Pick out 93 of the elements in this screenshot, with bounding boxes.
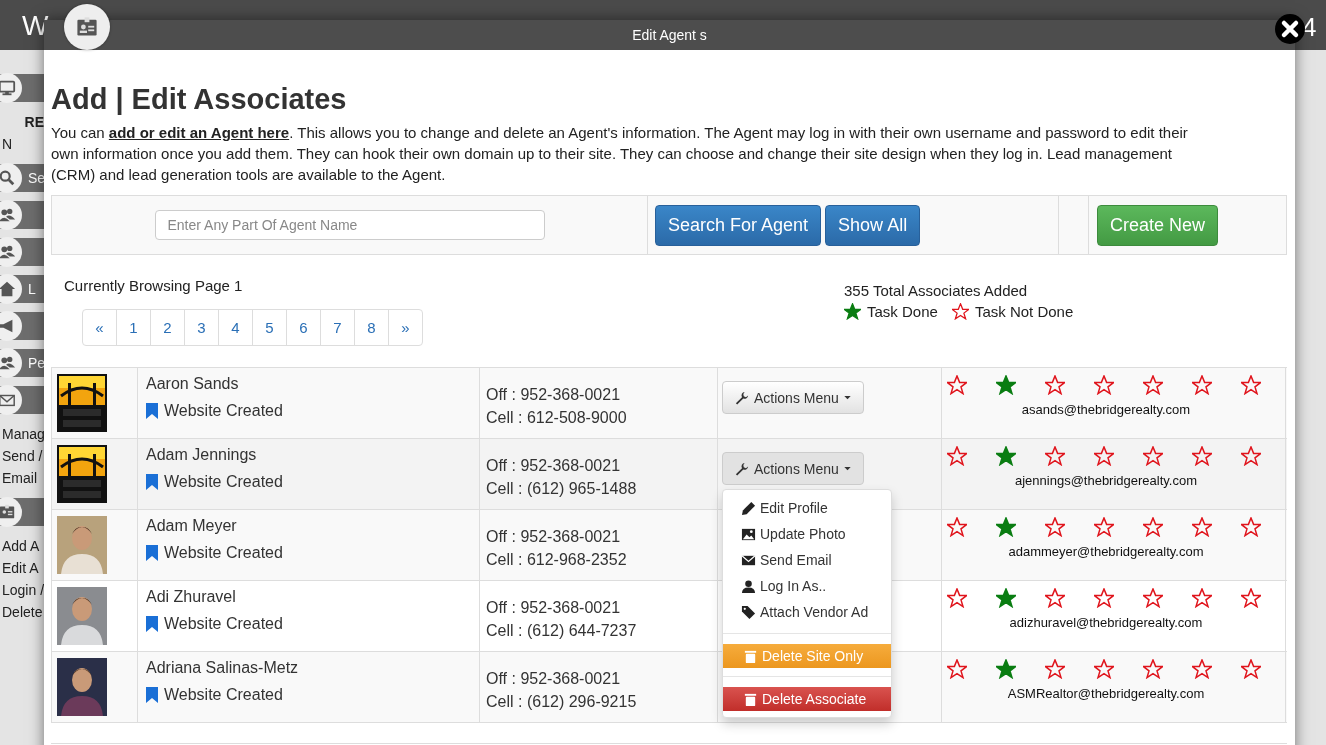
bookmark-icon xyxy=(146,474,158,490)
cell-phone: Cell : 612-508-9000 xyxy=(486,408,628,428)
tag-icon xyxy=(741,604,756,620)
user-icon xyxy=(741,578,756,594)
page-link[interactable]: 7 xyxy=(320,310,354,345)
office-phone: Off : 952-368-0021 xyxy=(486,385,622,405)
sidebar-header[interactable]: Pe xyxy=(0,349,44,377)
sidebar-link[interactable]: Edit A xyxy=(0,557,44,579)
sidebar-link[interactable]: N xyxy=(0,133,44,155)
page-indicator: Currently Browsing Page 1 xyxy=(64,277,244,294)
page-link[interactable]: 4 xyxy=(218,310,252,345)
agent-search-field[interactable]: Enter Any Part Of Agent Name xyxy=(154,210,545,240)
menu-item[interactable]: Attach Vendor Ad xyxy=(723,599,891,625)
cell-phone: Cell : 612-968-2352 xyxy=(486,550,628,570)
agent-name: Adam Jennings xyxy=(146,446,258,464)
office-phone: Off : 952-368-0021 xyxy=(486,527,622,547)
create-new-button[interactable]: Create New xyxy=(1097,204,1219,246)
status-label: Website Created xyxy=(164,402,283,420)
caret-icon xyxy=(843,466,851,471)
menu-item[interactable]: Edit Profile xyxy=(723,495,891,521)
sidebar-header[interactable] xyxy=(0,201,44,229)
intro-text: You can add or edit an Agent here. This allows you to change and delete an Agent's information. The Agent may log in with their own username and password to edit their own information once you add them. They can hook their own domain up to their site. They can choose and change their site design when they log in. Lead management (CRM) and lead generation tools are available to the Agent. xyxy=(51,123,1189,185)
page-link[interactable]: « xyxy=(83,310,116,345)
header-text: 4 xyxy=(1302,12,1317,43)
status-label: Website Created xyxy=(164,686,283,704)
sidebar-header-label: Pe xyxy=(28,355,44,371)
cell-phone: Cell : (612) 965-1488 xyxy=(486,479,638,499)
wrench-icon xyxy=(735,390,749,405)
cell-phone: Cell : (612) 644-7237 xyxy=(486,621,638,641)
page-link[interactable]: 6 xyxy=(286,310,320,345)
page-link[interactable]: 3 xyxy=(184,310,218,345)
sidebar-header-label: Se xyxy=(28,170,44,186)
legend-label: Task Not Done xyxy=(974,303,1074,320)
actions-menu-button[interactable]: Actions Menu xyxy=(722,452,864,485)
menu-item[interactable]: Update Photo xyxy=(723,521,891,547)
agent-email: asands@thebridgerealty.com xyxy=(1020,402,1192,417)
sidebar-header[interactable] xyxy=(0,74,44,102)
cell-phone: Cell : (612) 296-9215 xyxy=(486,692,638,712)
sidebar-link[interactable]: Login / xyxy=(0,579,44,601)
sidebar-header[interactable]: L xyxy=(0,275,44,303)
legend-label: Task Done xyxy=(867,303,938,320)
actions-menu-button[interactable]: Actions Menu xyxy=(722,381,864,414)
agent-name: Aaron Sands xyxy=(146,375,240,393)
pencil-icon xyxy=(741,500,756,516)
page-link[interactable]: » xyxy=(388,310,422,345)
sidebar-link[interactable]: Delete xyxy=(0,601,44,623)
bookmark-icon xyxy=(146,403,158,419)
bookmark-icon xyxy=(146,687,158,703)
sidebar-title: RE xyxy=(23,113,44,132)
page-heading: Add | Edit Associates xyxy=(51,83,348,116)
close-icon xyxy=(1280,19,1300,39)
sidebar-link[interactable]: Add A xyxy=(0,535,44,557)
sidebar-link[interactable]: Send / xyxy=(0,445,44,467)
bookmark-icon xyxy=(146,616,158,632)
envelope-icon xyxy=(741,552,756,568)
status-label: Website Created xyxy=(164,544,283,562)
window-title: Edit Agent s xyxy=(632,27,707,43)
page-link[interactable]: 5 xyxy=(252,310,286,345)
agent-email: adammeyer@thebridgerealty.com xyxy=(1007,544,1205,559)
page-link[interactable]: 1 xyxy=(116,310,150,345)
show-all-button[interactable]: Show All xyxy=(825,204,921,246)
agent-email: ASMRealtor@thebridgerealty.com xyxy=(1006,686,1206,701)
office-phone: Off : 952-368-0021 xyxy=(486,598,622,618)
menu-item[interactable]: Send Email xyxy=(723,547,891,573)
agent-email: ajennings@thebridgerealty.com xyxy=(1013,473,1199,488)
trash-icon xyxy=(743,648,758,664)
agent-name: Adriana Salinas-Metz xyxy=(146,659,300,677)
office-phone: Off : 952-368-0021 xyxy=(486,669,622,689)
search-button[interactable]: Search For Agent xyxy=(655,204,822,246)
sidebar-header[interactable] xyxy=(0,386,44,414)
sidebar-link[interactable]: Email xyxy=(0,467,44,489)
sidebar-link[interactable]: Manag xyxy=(0,423,44,445)
caret-icon xyxy=(843,395,851,400)
sidebar-header-label: L xyxy=(28,281,36,297)
total-count: 355 Total Associates Added xyxy=(844,282,1029,299)
office-phone: Off : 952-368-0021 xyxy=(486,456,622,476)
sidebar-header[interactable] xyxy=(0,498,44,526)
status-label: Website Created xyxy=(164,473,283,491)
bookmark-icon xyxy=(146,545,158,561)
sidebar-header[interactable]: Se xyxy=(0,164,44,192)
menu-item[interactable]: Delete Associate xyxy=(723,687,891,711)
trash-icon xyxy=(743,691,758,707)
menu-item[interactable]: Log In As.. xyxy=(723,573,891,599)
sidebar-header[interactable] xyxy=(0,238,44,266)
page-link[interactable]: 2 xyxy=(150,310,184,345)
sidebar-header[interactable] xyxy=(0,312,44,340)
agent-name: Adam Meyer xyxy=(146,517,238,535)
agent-name: Adi Zhuravel xyxy=(146,588,237,606)
image-icon xyxy=(741,526,756,542)
status-label: Website Created xyxy=(164,615,283,633)
page-link[interactable]: 8 xyxy=(354,310,388,345)
wrench-icon xyxy=(735,461,749,476)
agent-email: adizhuravel@thebridgerealty.com xyxy=(1008,615,1204,630)
